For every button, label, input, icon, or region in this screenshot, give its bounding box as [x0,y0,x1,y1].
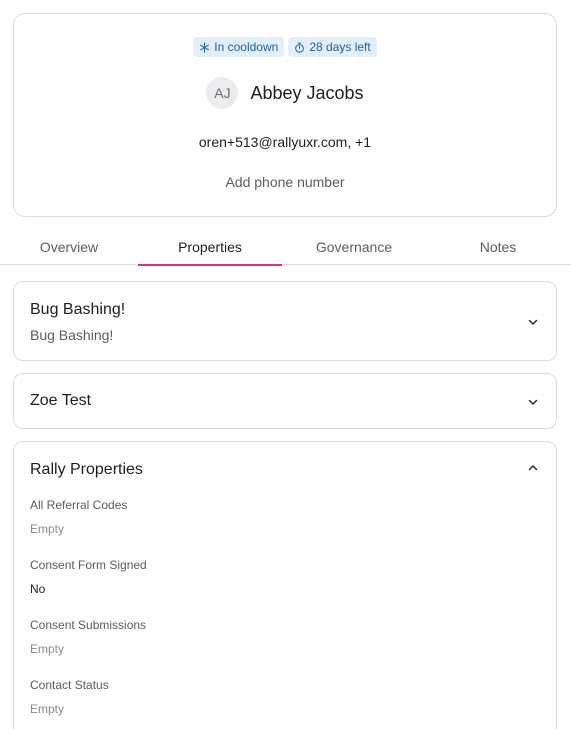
property-label: Consent Form Signed [30,558,147,572]
tab-overview[interactable]: Overview [0,229,138,265]
snowflake-icon [200,41,210,53]
participant-email: oren+513@rallyuxr.com, +1 [198,134,372,150]
participant-profile-card: In cooldown 28 days left AJ Abbey Jacobs… [13,13,557,217]
avatar: AJ [206,77,239,109]
chevron-down-icon[interactable] [526,315,540,329]
days-left-badge: 28 days left [288,37,377,57]
chevron-down-icon[interactable] [526,395,540,409]
section-title: Zoe Test [30,392,92,409]
tab-properties[interactable]: Properties [138,229,282,266]
property-value[interactable]: Empty [30,522,64,536]
tab-governance[interactable]: Governance [282,229,426,265]
section-title: Bug Bashing! [30,301,126,318]
section-rally-properties: Rally Properties All Referral Codes Empt… [13,441,557,729]
status-badges: In cooldown 28 days left [14,37,556,57]
section-bug-bashing[interactable]: Bug Bashing! Bug Bashing! [13,281,557,361]
cooldown-badge: In cooldown [193,37,285,57]
tab-notes[interactable]: Notes [426,229,570,265]
add-phone-number-button[interactable]: Add phone number [14,174,556,190]
property-label: Contact Status [30,678,109,692]
profile-tabs: Overview Properties Governance Notes [0,229,571,266]
property-value[interactable]: Empty [30,702,64,716]
property-label: All Referral Codes [30,498,128,512]
cooldown-badge-label: In cooldown [214,40,279,54]
chevron-up-icon[interactable] [526,461,540,475]
stopwatch-icon [295,42,305,53]
participant-name: Abbey Jacobs [250,82,364,103]
section-title: Rally Properties [30,461,143,478]
property-value[interactable]: Empty [30,642,64,656]
participant-identity: AJ Abbey Jacobs [14,77,556,109]
section-zoe-test[interactable]: Zoe Test [13,373,557,429]
days-left-badge-label: 28 days left [309,40,371,54]
property-label: Consent Submissions [30,618,147,632]
section-subtitle: Bug Bashing! [30,327,114,343]
property-value[interactable]: No [30,582,45,596]
